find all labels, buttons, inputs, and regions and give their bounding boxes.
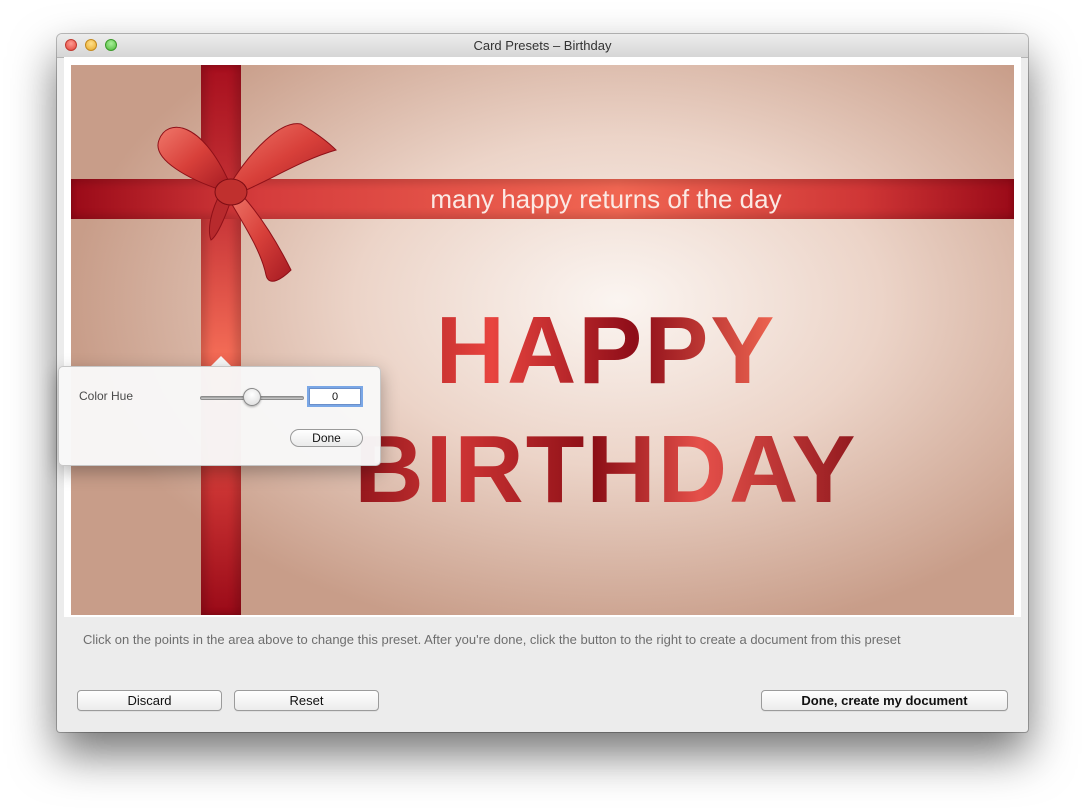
reset-button[interactable]: Reset <box>234 690 379 711</box>
gift-bow-icon <box>157 123 337 282</box>
window-title: Card Presets – Birthday <box>473 38 612 53</box>
popover-done-button[interactable]: Done <box>290 429 363 447</box>
preview-area[interactable]: many happy returns of the day HAPPY BIRT… <box>64 57 1021 617</box>
done-create-document-button[interactable]: Done, create my document <box>761 690 1008 711</box>
color-hue-popover: Color Hue Done <box>58 366 381 466</box>
ribbon-text[interactable]: many happy returns of the day <box>361 179 851 219</box>
title-bar[interactable]: Card Presets – Birthday <box>57 34 1028 58</box>
discard-button[interactable]: Discard <box>77 690 222 711</box>
instruction-text: Click on the points in the area above to… <box>83 632 901 647</box>
color-hue-field[interactable] <box>309 388 361 405</box>
headline-happy[interactable]: HAPPY <box>321 301 891 401</box>
color-hue-label: Color Hue <box>79 389 134 403</box>
slider-knob[interactable] <box>243 388 261 406</box>
headline-birthday[interactable]: BIRTHDAY <box>311 420 901 520</box>
birthday-card[interactable]: many happy returns of the day HAPPY BIRT… <box>71 65 1014 615</box>
